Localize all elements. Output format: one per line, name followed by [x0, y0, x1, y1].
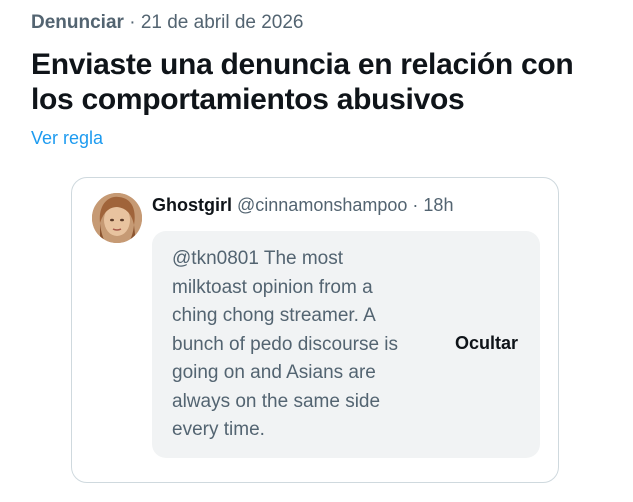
- report-date: 21 de abril de 2026: [140, 12, 304, 33]
- hide-button[interactable]: Ocultar: [455, 333, 518, 354]
- report-detail-page: Denunciar · 21 de abril de 2026 Enviaste…: [0, 0, 633, 502]
- post-text: @tkn0801 The most milktoast opinion from…: [172, 248, 399, 440]
- page-title: Enviaste una denuncia en relación con lo…: [31, 48, 574, 116]
- post-time[interactable]: 18h: [423, 195, 453, 215]
- view-rule-link[interactable]: Ver regla: [31, 128, 103, 149]
- post-author-line: Ghostgirl @cinnamonshampoo · 18h: [152, 195, 453, 216]
- report-meta: Denunciar · 21 de abril de 2026: [31, 12, 304, 34]
- avatar[interactable]: [92, 193, 142, 243]
- author-display-name[interactable]: Ghostgirl: [152, 195, 232, 215]
- reported-post-card[interactable]: Ghostgirl @cinnamonshampoo · 18h @tkn080…: [71, 177, 559, 483]
- user-avatar-photo-icon: [92, 193, 142, 243]
- meta-separator: ·: [129, 12, 136, 33]
- report-category: Denunciar: [31, 12, 124, 33]
- author-separator: ·: [412, 195, 419, 215]
- author-handle[interactable]: @cinnamonshampoo: [237, 195, 407, 215]
- hidden-post-content: @tkn0801 The most milktoast opinion from…: [152, 231, 540, 458]
